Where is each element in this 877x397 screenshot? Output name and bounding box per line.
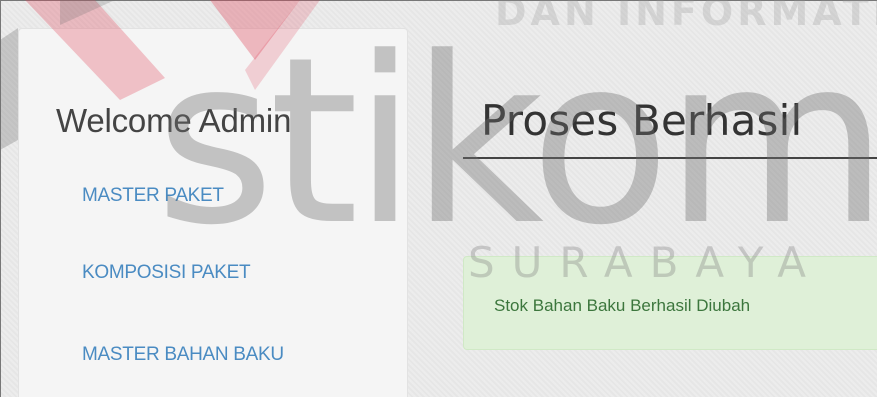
watermark-top-text: DAN INFORMATIKA bbox=[495, 0, 877, 34]
page-title: Proses Berhasil bbox=[481, 96, 803, 145]
success-alert: Stok Bahan Baku Berhasil Diubah bbox=[463, 256, 877, 350]
sidebar-welcome-heading: Welcome Admin bbox=[56, 102, 292, 139]
sidebar-item-master-paket[interactable]: MASTER PAKET bbox=[82, 185, 224, 207]
sidebar-item-master-bahan-baku[interactable]: MASTER BAHAN BAKU bbox=[82, 342, 302, 367]
success-alert-message: Stok Bahan Baku Berhasil Diubah bbox=[494, 296, 751, 315]
title-divider bbox=[463, 157, 877, 159]
sidebar-item-komposisi-paket[interactable]: KOMPOSISI PAKET bbox=[82, 262, 251, 284]
